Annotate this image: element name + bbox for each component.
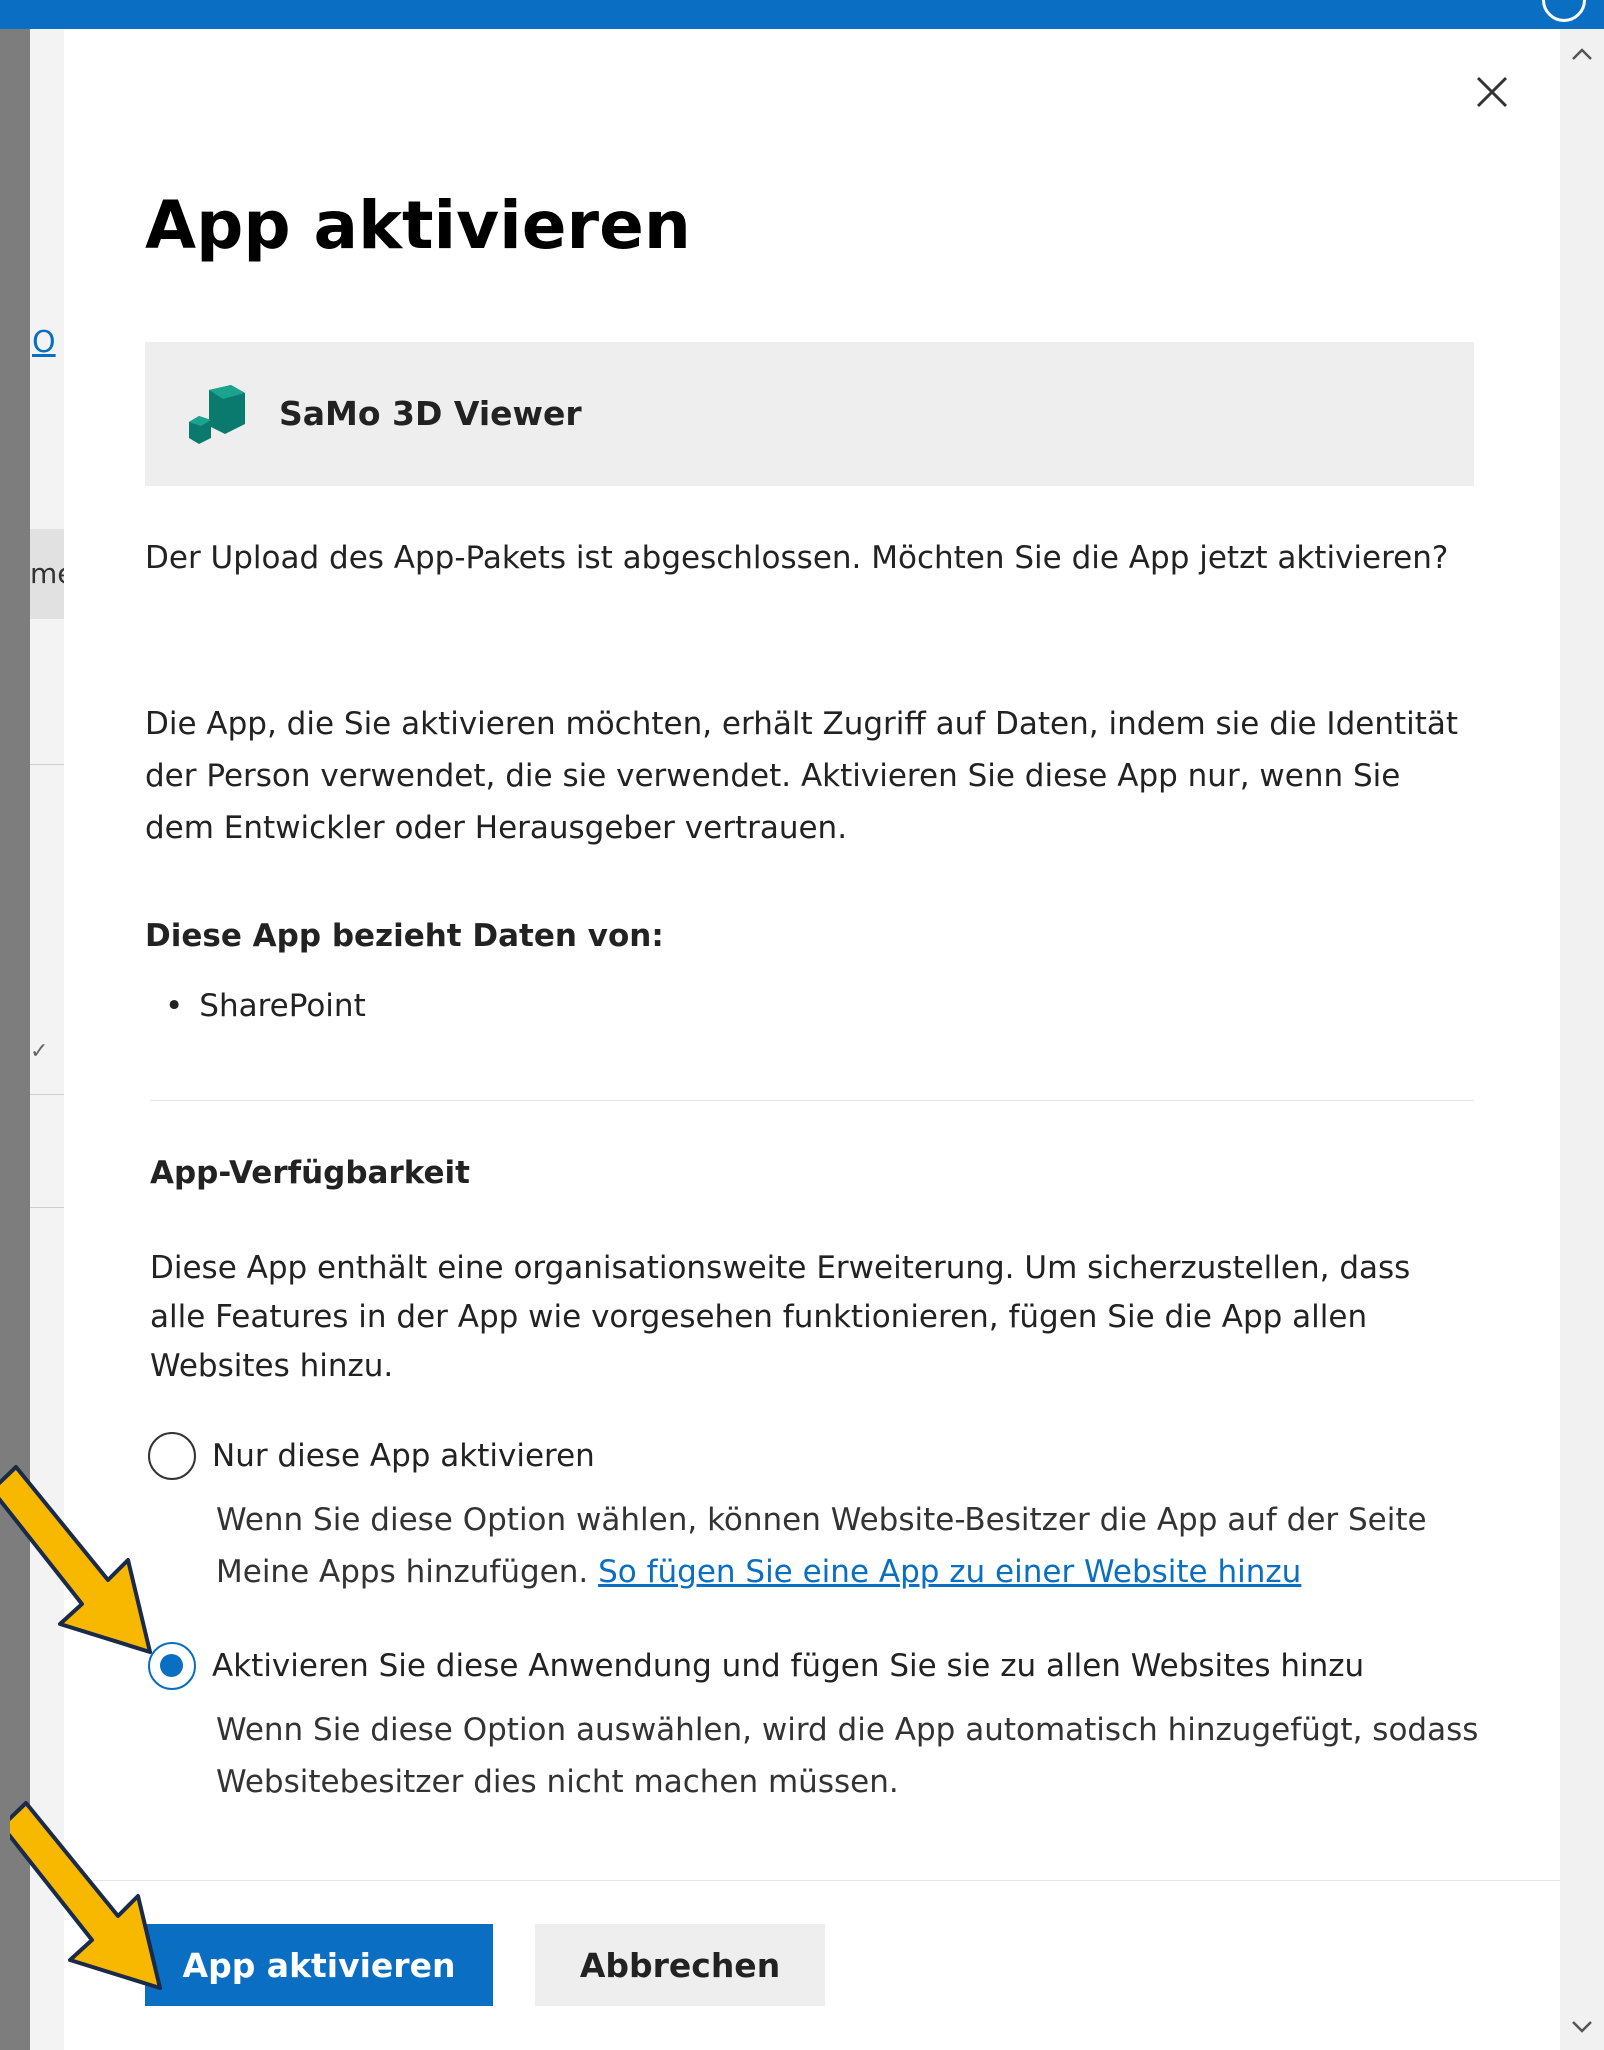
scrollbar[interactable] xyxy=(1560,29,1604,2050)
app-card: SaMo 3D Viewer xyxy=(145,342,1474,486)
radio-activate-only[interactable]: Nur diese App aktivieren xyxy=(148,1432,595,1480)
close-icon xyxy=(1476,76,1508,108)
cube-icon xyxy=(189,385,245,444)
footer-divider xyxy=(64,1880,1560,1881)
intro-text: Der Upload des App-Pakets ist abgeschlos… xyxy=(145,540,1449,576)
radio-label: Aktivieren Sie diese Anwendung und fügen… xyxy=(212,1648,1365,1684)
background-link[interactable]: O xyxy=(32,325,56,360)
data-sources-heading: Diese App bezieht Daten von: xyxy=(145,918,664,954)
section-divider xyxy=(150,1100,1474,1101)
background-text: me xyxy=(30,557,64,590)
checkmark-icon: ✓ xyxy=(30,1039,49,1064)
background-page: O me ✓ xyxy=(0,29,64,2050)
avatar[interactable] xyxy=(1542,0,1586,22)
chevron-up-icon[interactable] xyxy=(1560,33,1604,73)
app-name: SaMo 3D Viewer xyxy=(279,394,582,433)
availability-description: Diese App enthält eine organisationsweit… xyxy=(150,1250,1411,1384)
close-button[interactable] xyxy=(1466,66,1518,118)
radio-button-selected[interactable] xyxy=(148,1642,196,1690)
warning-text: Die App, die Sie aktivieren möchten, erh… xyxy=(145,706,1459,846)
radio-button[interactable] xyxy=(148,1432,196,1480)
option-description: Wenn Sie diese Option wählen, können Web… xyxy=(216,1494,1486,1598)
background-divider xyxy=(30,1207,64,1208)
background-divider xyxy=(30,764,64,765)
data-sources-list: SharePoint xyxy=(165,988,365,1024)
background-strip xyxy=(0,29,30,2050)
cancel-button[interactable]: Abbrechen xyxy=(535,1924,825,2006)
help-link[interactable]: So fügen Sie eine App zu einer Website h… xyxy=(598,1554,1301,1590)
option-description: Wenn Sie diese Option auswählen, wird di… xyxy=(216,1712,1479,1800)
top-bar xyxy=(0,0,1604,29)
dialog-title: App aktivieren xyxy=(145,187,691,264)
list-item: SharePoint xyxy=(165,988,365,1024)
radio-label: Nur diese App aktivieren xyxy=(212,1438,595,1474)
availability-heading: App-Verfügbarkeit xyxy=(150,1155,470,1191)
radio-activate-all-sites[interactable]: Aktivieren Sie diese Anwendung und fügen… xyxy=(148,1642,1364,1690)
background-divider xyxy=(30,1094,64,1095)
activate-app-button[interactable]: App aktivieren xyxy=(145,1924,493,2006)
chevron-down-icon[interactable] xyxy=(1560,2006,1604,2046)
